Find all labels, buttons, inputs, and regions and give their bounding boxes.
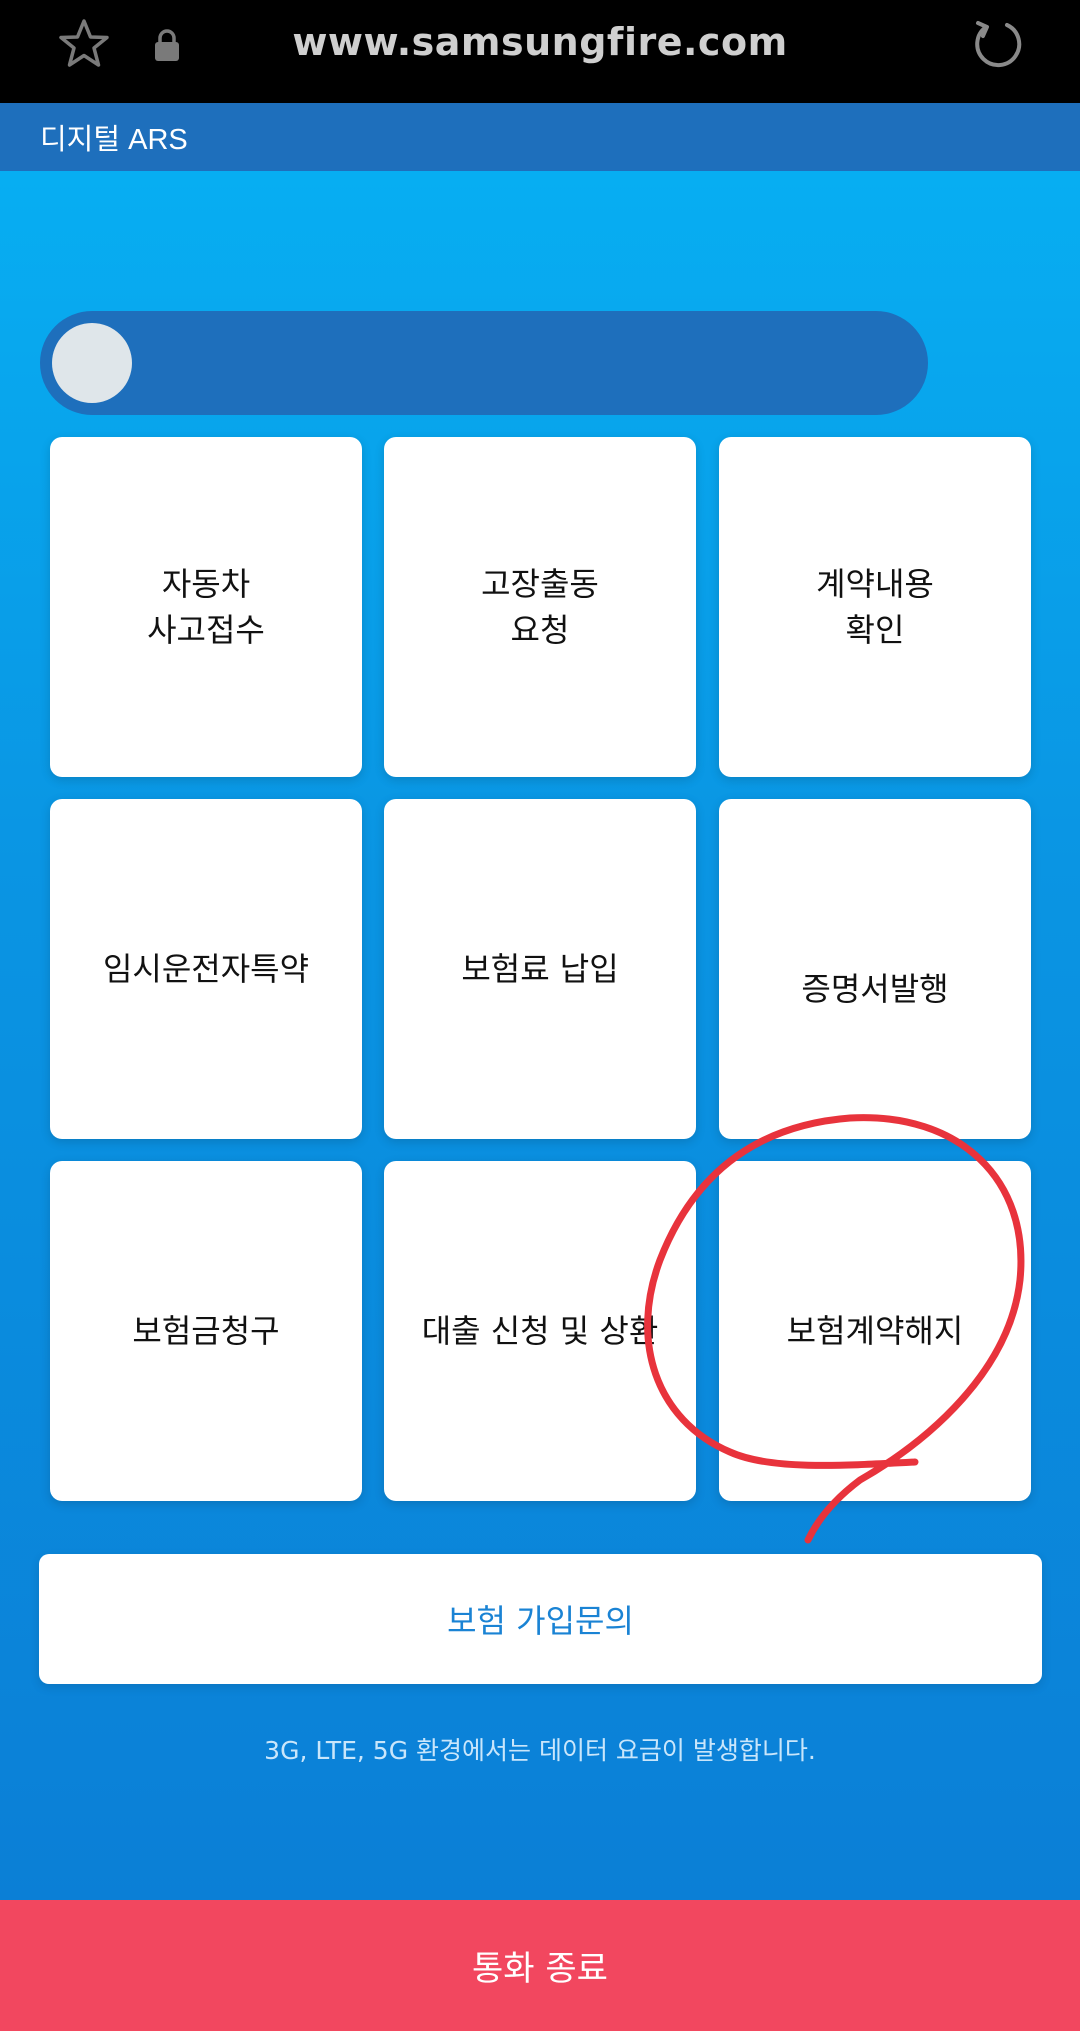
data-charge-notice: 3G, LTE, 5G 환경에서는 데이터 요금이 발생합니다. bbox=[264, 1736, 816, 1765]
insurance-inquiry-button[interactable]: 보험 가입문의 bbox=[39, 1554, 1042, 1684]
browser-address-bar: www.samsungfire.com bbox=[0, 0, 1080, 103]
url-text[interactable]: www.samsungfire.com bbox=[0, 20, 1080, 64]
menu-loan-application[interactable]: 대출 신청 및 상환 bbox=[384, 1161, 696, 1501]
menu-contract-details[interactable]: 계약내용 확인 bbox=[719, 437, 1031, 777]
menu-certificate-issue[interactable]: 증명서발행 bbox=[719, 799, 1031, 1139]
menu-insurance-claim[interactable]: 보험금청구 bbox=[50, 1161, 362, 1501]
end-call-button[interactable]: 통화 종료 bbox=[0, 1900, 1080, 2031]
menu-car-accident-report[interactable]: 자동차 사고접수 bbox=[50, 437, 362, 777]
main-content: 자동차 사고접수 고장출동 요청 계약내용 확인 임시운전자특약 보험료 납입 … bbox=[0, 171, 1080, 1900]
menu-contract-cancellation[interactable]: 보험계약해지 bbox=[719, 1161, 1031, 1501]
menu-breakdown-dispatch[interactable]: 고장출동 요청 bbox=[384, 437, 696, 777]
progress-slider[interactable] bbox=[40, 311, 928, 415]
reload-icon[interactable] bbox=[970, 18, 1024, 72]
progress-knob[interactable] bbox=[52, 323, 132, 403]
page-title: 디지털 ARS bbox=[40, 124, 188, 156]
menu-temporary-driver-rider[interactable]: 임시운전자특약 bbox=[50, 799, 362, 1139]
app-header: 디지털 ARS bbox=[0, 103, 1080, 171]
menu-premium-payment[interactable]: 보험료 납입 bbox=[384, 799, 696, 1139]
